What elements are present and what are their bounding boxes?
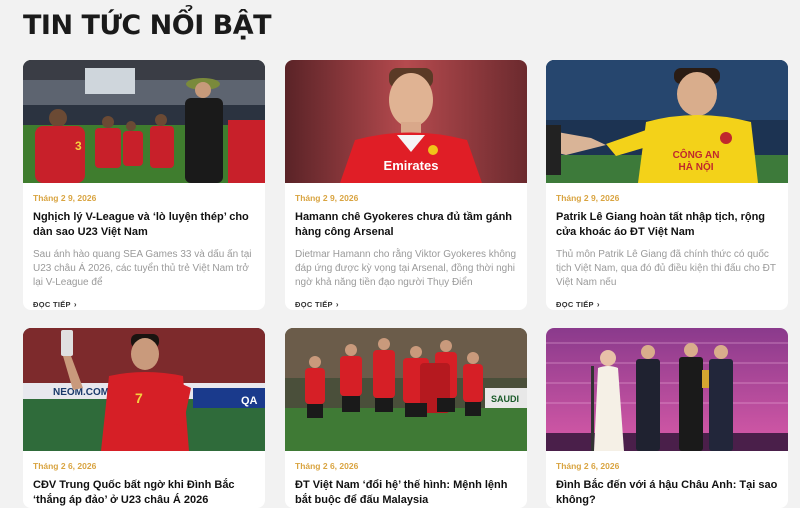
article-title[interactable]: Đình Bắc đến với á hậu Châu Anh: Tại sao…: [556, 478, 778, 507]
article-image: NEOM.COM QA 7: [23, 328, 265, 451]
article-card[interactable]: Tháng 2 6, 2026 Đình Bắc đến với á hậu C…: [546, 328, 788, 508]
article-title[interactable]: ĐT Việt Nam ‘đổi hệ’ thế hình: Mệnh lệnh…: [295, 478, 517, 507]
article-card[interactable]: Emirates Tháng 2 9, 2026 Hamann chê Gyok…: [285, 60, 527, 310]
article-image: 3: [23, 60, 265, 183]
shirt-text-2: HÀ NỘI: [679, 160, 714, 173]
article-date: Tháng 2 9, 2026: [295, 193, 359, 203]
chevron-right-icon: ›: [596, 300, 600, 309]
svg-text:3: 3: [75, 139, 82, 153]
article-thumbnail[interactable]: 3: [23, 60, 265, 183]
article-image: CÔNG AN HÀ NỘI: [546, 60, 788, 183]
read-more-label: ĐỌC TIẾP: [33, 300, 71, 309]
article-title[interactable]: Hamann chê Gyokeres chưa đủ tầm gánh hàn…: [295, 210, 517, 239]
article-image: SAUDI: [285, 328, 527, 451]
article-title[interactable]: CĐV Trung Quốc bất ngờ khi Đình Bắc ‘thắ…: [33, 478, 255, 507]
article-excerpt: Sau ánh hào quang SEA Games 33 và dấu ấn…: [33, 249, 252, 288]
section-title: TIN TỨC NỔI BẬT: [23, 10, 272, 41]
board-text: SAUDI: [491, 394, 519, 404]
article-date: Tháng 2 9, 2026: [556, 193, 620, 203]
article-card[interactable]: NEOM.COM QA 7 Tháng 2 6, 2026 CĐV Trung …: [23, 328, 265, 508]
article-card[interactable]: CÔNG AN HÀ NỘI Tháng 2 9, 2026 Patrik Lê…: [546, 60, 788, 310]
read-more-link[interactable]: ĐỌC TIẾP ›: [556, 300, 778, 309]
article-title[interactable]: Patrik Lê Giang hoàn tất nhập tịch, rộng…: [556, 210, 778, 239]
shirt-text-1: CÔNG AN: [673, 148, 720, 161]
article-thumbnail[interactable]: Emirates: [285, 60, 527, 183]
article-date: Tháng 2 6, 2026: [295, 461, 359, 471]
article-card[interactable]: SAUDI Tháng 2 6, 2026 ĐT Việt Nam ‘đổi h…: [285, 328, 527, 508]
article-title[interactable]: Nghịch lý V-League và ‘lò luyện thép’ ch…: [33, 210, 255, 239]
article-image: Emirates: [285, 60, 527, 183]
article-image: [546, 328, 788, 451]
read-more-label: ĐỌC TIẾP: [295, 300, 333, 309]
article-date: Tháng 2 6, 2026: [556, 461, 620, 471]
article-date: Tháng 2 9, 2026: [33, 193, 97, 203]
article-thumbnail[interactable]: NEOM.COM QA 7: [23, 328, 265, 451]
article-thumbnail[interactable]: SAUDI: [285, 328, 527, 451]
article-date: Tháng 2 6, 2026: [33, 461, 97, 471]
board-text: NEOM.COM: [53, 387, 109, 398]
read-more-link[interactable]: ĐỌC TIẾP ›: [295, 300, 517, 309]
shirt-sponsor-text: Emirates: [384, 158, 439, 173]
article-excerpt: Thủ môn Patrik Lê Giang đã chính thức có…: [556, 249, 776, 288]
article-thumbnail[interactable]: CÔNG AN HÀ NỘI: [546, 60, 788, 183]
chevron-right-icon: ›: [335, 300, 339, 309]
board-text-2: QA: [241, 395, 258, 407]
article-excerpt: Dietmar Hamann cho rằng Viktor Gyokeres …: [295, 249, 517, 288]
shirt-number: 7: [135, 390, 143, 406]
read-more-link[interactable]: ĐỌC TIẾP ›: [33, 300, 255, 309]
chevron-right-icon: ›: [73, 300, 77, 309]
article-card[interactable]: 3 Tháng 2 9, 2026 Nghịch lý V-League và …: [23, 60, 265, 310]
read-more-label: ĐỌC TIẾP: [556, 300, 594, 309]
article-thumbnail[interactable]: [546, 328, 788, 451]
